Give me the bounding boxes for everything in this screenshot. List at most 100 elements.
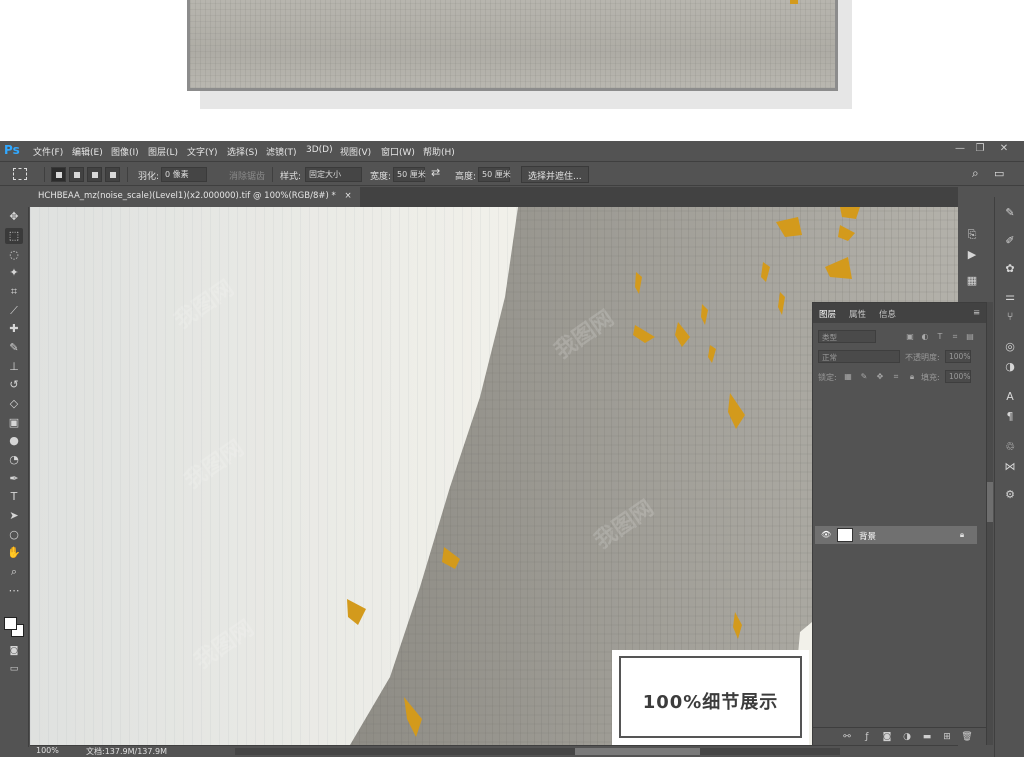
opacity-input[interactable]: 100% bbox=[945, 350, 971, 363]
color-icon[interactable]: ◎ bbox=[1001, 339, 1019, 355]
document-tab[interactable]: HCHBEAA_mz(noise_scale)(Level1)(x2.00000… bbox=[30, 187, 360, 207]
blur-tool-icon[interactable]: ● bbox=[5, 433, 23, 449]
hand-tool-icon[interactable]: ✋ bbox=[5, 545, 23, 561]
paragraph-icon[interactable]: ¶ bbox=[1001, 409, 1019, 425]
layer-row-background[interactable]: 👁︎ 背景 🔒︎ bbox=[815, 526, 977, 544]
panel-scroll-thumb[interactable] bbox=[987, 482, 993, 522]
move-tool-icon[interactable]: ✥ bbox=[5, 209, 23, 225]
eyedropper-icon[interactable]: ⟋ bbox=[5, 303, 23, 319]
dodge-tool-icon[interactable]: ◔ bbox=[5, 452, 23, 468]
menu-view[interactable]: 视图(V) bbox=[340, 145, 371, 158]
close-tab-icon[interactable]: × bbox=[344, 191, 351, 201]
paths-icon[interactable]: ⋈ bbox=[1001, 459, 1019, 475]
rectangular-marquee-icon[interactable] bbox=[13, 168, 27, 180]
magic-wand-icon[interactable]: ✦ bbox=[5, 265, 23, 281]
quick-mask-icon[interactable]: ◙ bbox=[5, 643, 23, 659]
type-tool-icon[interactable]: T bbox=[5, 489, 23, 505]
menu-select[interactable]: 选择(S) bbox=[227, 145, 258, 158]
add-selection-icon[interactable] bbox=[69, 167, 84, 182]
search-icon[interactable]: ⌕ bbox=[972, 166, 979, 181]
menu-file[interactable]: 文件(F) bbox=[33, 145, 63, 158]
panel-menu-icon[interactable]: ≡ bbox=[973, 308, 980, 318]
height-input[interactable]: 50 厘米 bbox=[478, 167, 511, 182]
link-layers-icon[interactable]: ⚯ bbox=[841, 731, 853, 743]
menu-3d[interactable]: 3D(D) bbox=[306, 145, 333, 155]
horizontal-scroll-thumb[interactable] bbox=[575, 748, 700, 755]
feather-input[interactable]: 0 像素 bbox=[161, 167, 207, 182]
layer-style-icon[interactable]: ƒ bbox=[861, 731, 873, 743]
eraser-icon[interactable]: ◇ bbox=[5, 396, 23, 412]
menu-edit[interactable]: 编辑(E) bbox=[72, 145, 103, 158]
screen-mode-icon[interactable]: ▭ bbox=[5, 661, 23, 677]
new-layer-icon[interactable]: ⊞ bbox=[941, 731, 953, 743]
shape-tool-icon[interactable]: ○ bbox=[5, 527, 23, 543]
properties-icon[interactable]: ⚙ bbox=[1001, 487, 1019, 503]
minimize-icon[interactable]: — bbox=[952, 143, 968, 157]
brush-preset-icon[interactable]: ✎ bbox=[1001, 205, 1019, 221]
swatches-icon[interactable]: ✿ bbox=[1001, 261, 1019, 277]
brush-tool-icon[interactable]: ✎ bbox=[5, 340, 23, 356]
zoom-level[interactable]: 100% bbox=[36, 746, 59, 755]
layer-kind-filter[interactable]: 类型 bbox=[818, 330, 876, 343]
gradient-icon[interactable]: ▣ bbox=[5, 415, 23, 431]
adjustment-layer-icon[interactable]: ◑ bbox=[901, 731, 913, 743]
path-selection-icon[interactable]: ➤ bbox=[5, 508, 23, 524]
healing-brush-icon[interactable]: ✚ bbox=[5, 321, 23, 337]
navigator-icon[interactable]: ◑ bbox=[1001, 359, 1019, 375]
workspace-icon[interactable]: ▭ bbox=[994, 167, 1004, 180]
new-group-icon[interactable]: ▬ bbox=[921, 731, 933, 743]
add-mask-icon[interactable]: ◙ bbox=[881, 731, 893, 743]
lock-all-icon[interactable]: 🔒︎ bbox=[907, 372, 917, 382]
subtract-selection-icon[interactable] bbox=[87, 167, 102, 182]
filter-type-icon[interactable]: T bbox=[935, 332, 945, 342]
zoom-tool-icon[interactable]: ⌕ bbox=[5, 564, 23, 580]
filter-adjustment-icon[interactable]: ◐ bbox=[920, 332, 930, 342]
new-selection-icon[interactable] bbox=[51, 167, 66, 182]
style-select[interactable]: 固定大小 bbox=[305, 167, 362, 182]
history-panel-icon[interactable]: ⎘ bbox=[963, 227, 981, 243]
menu-layer[interactable]: 图层(L) bbox=[148, 145, 178, 158]
marquee-tool-icon[interactable]: ⬚ bbox=[5, 228, 23, 244]
lasso-tool-icon[interactable]: ◌ bbox=[5, 247, 23, 263]
lock-pixels-icon[interactable]: ✎ bbox=[859, 372, 869, 382]
character-icon[interactable]: A bbox=[1001, 389, 1019, 405]
crop-tool-icon[interactable]: ⌗ bbox=[5, 284, 23, 300]
panel-scrollbar[interactable] bbox=[987, 302, 993, 745]
lock-artboard-icon[interactable]: ⌗ bbox=[891, 372, 901, 382]
menu-type[interactable]: 文字(Y) bbox=[187, 145, 218, 158]
lock-transparent-icon[interactable]: ▦ bbox=[843, 372, 853, 382]
history-brush-icon[interactable]: ↺ bbox=[5, 377, 23, 393]
menu-image[interactable]: 图像(I) bbox=[111, 145, 139, 158]
pen-tool-icon[interactable]: ✒ bbox=[5, 471, 23, 487]
horizontal-scrollbar[interactable] bbox=[235, 748, 840, 755]
antialias-checkbox[interactable]: 消除锯齿 bbox=[229, 169, 265, 182]
brush-settings-icon[interactable]: ✐ bbox=[1001, 233, 1019, 249]
more-tools-icon[interactable]: ⋯ bbox=[5, 583, 23, 599]
menu-window[interactable]: 窗口(W) bbox=[381, 145, 415, 158]
menu-filter[interactable]: 滤镜(T) bbox=[266, 145, 297, 158]
tab-info[interactable]: 信息 bbox=[879, 308, 896, 320]
select-and-mask-button[interactable]: 选择并遮住... bbox=[521, 166, 589, 183]
actions-panel-icon[interactable]: ▶ bbox=[963, 247, 981, 263]
tab-properties[interactable]: 属性 bbox=[849, 308, 866, 320]
filter-shape-icon[interactable]: ⌗ bbox=[950, 332, 960, 342]
close-window-icon[interactable]: ✕ bbox=[996, 143, 1012, 157]
styles-icon[interactable]: ⑂ bbox=[1001, 309, 1019, 325]
menu-help[interactable]: 帮助(H) bbox=[423, 145, 455, 158]
clone-stamp-icon[interactable]: ⊥ bbox=[5, 359, 23, 375]
libraries-icon[interactable]: ♲ bbox=[1001, 439, 1019, 455]
blend-mode-select[interactable]: 正常 bbox=[818, 350, 900, 363]
swap-dimensions-icon[interactable]: ⇄ bbox=[431, 166, 440, 179]
tab-layers[interactable]: 图层 bbox=[819, 308, 836, 320]
fill-input[interactable]: 100% bbox=[945, 370, 971, 383]
width-input[interactable]: 50 厘米 bbox=[393, 167, 426, 182]
intersect-selection-icon[interactable] bbox=[105, 167, 120, 182]
lock-position-icon[interactable]: ✥ bbox=[875, 372, 885, 382]
grid-panel-icon[interactable]: ▦ bbox=[963, 273, 981, 289]
foreground-color-swatch[interactable] bbox=[4, 617, 17, 630]
layer-name[interactable]: 背景 bbox=[859, 530, 876, 542]
delete-layer-icon[interactable]: 🗑︎ bbox=[961, 731, 973, 743]
adjustments-icon[interactable]: ⚌ bbox=[1001, 289, 1019, 305]
filter-pixel-icon[interactable]: ▣ bbox=[905, 332, 915, 342]
filter-smart-object-icon[interactable]: ▤ bbox=[965, 332, 975, 342]
